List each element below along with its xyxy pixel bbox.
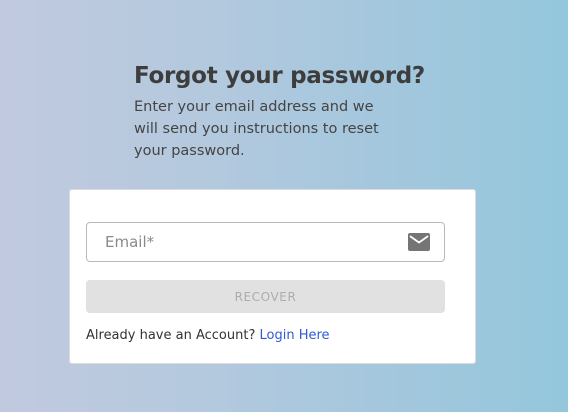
email-input[interactable] xyxy=(87,223,397,261)
mail-icon xyxy=(408,233,430,251)
login-here-link[interactable]: Login Here xyxy=(260,328,330,343)
page-title: Forgot your password? xyxy=(134,63,425,89)
login-prompt-text: Already have an Account? xyxy=(86,328,256,343)
page-header: Forgot your password? Enter your email a… xyxy=(134,60,434,162)
login-prompt-row: Already have an Account? Login Here xyxy=(86,328,330,343)
recover-button[interactable]: RECOVER xyxy=(86,280,445,313)
email-field[interactable] xyxy=(86,222,445,262)
page-subtitle: Enter your email address and we will sen… xyxy=(134,99,379,159)
recover-form-card: RECOVER Already have an Account? Login H… xyxy=(69,189,476,364)
